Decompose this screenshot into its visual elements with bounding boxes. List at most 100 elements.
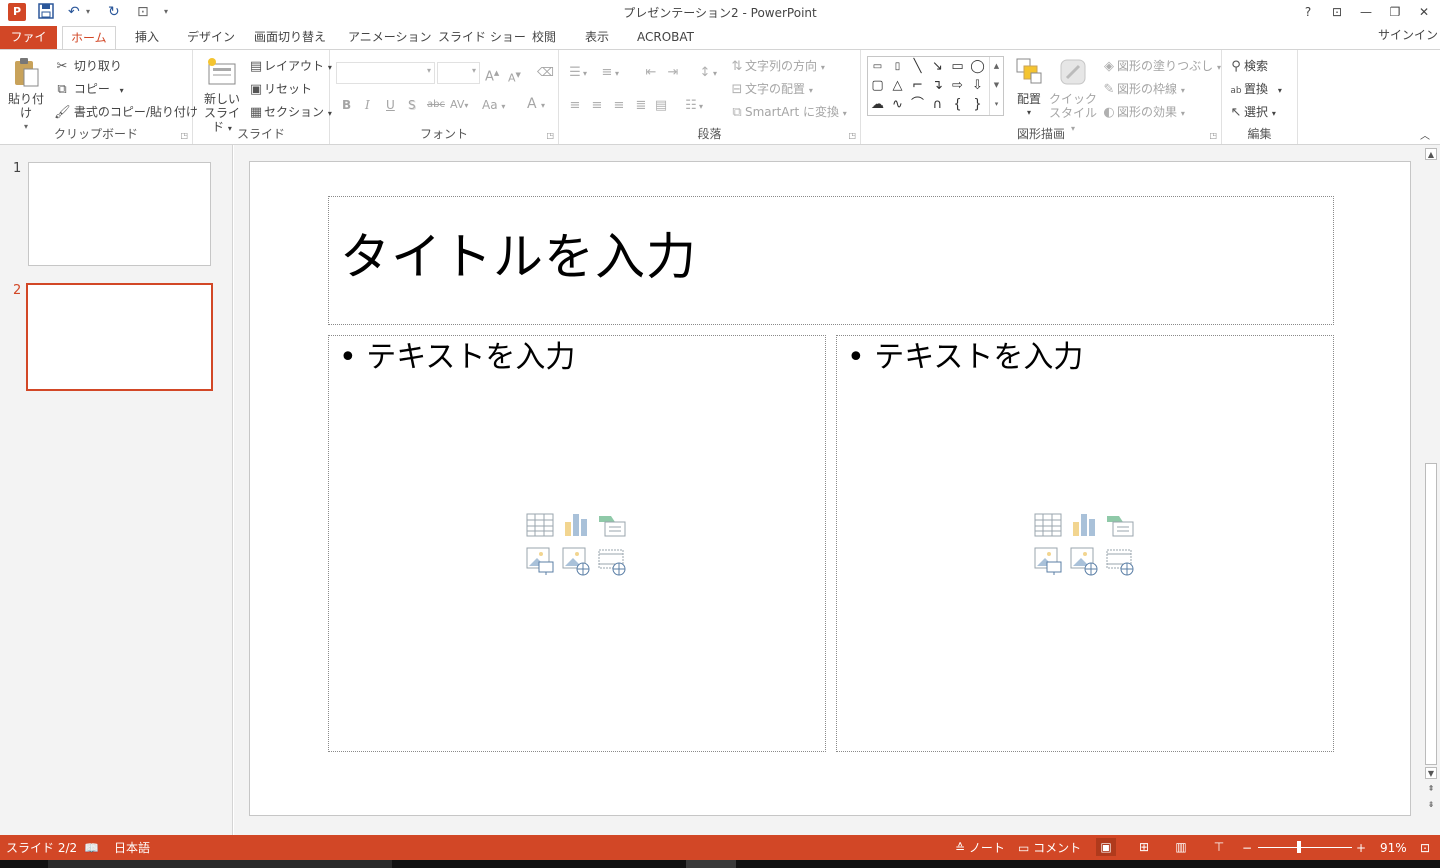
zoom-out-button[interactable]: − xyxy=(1242,840,1252,856)
font-name-combo[interactable] xyxy=(336,62,435,84)
insert-chart-icon[interactable] xyxy=(561,510,591,540)
slide-sorter-view-icon[interactable]: ⊞ xyxy=(1134,838,1154,856)
replace-button[interactable]: ab 置換 ▾ xyxy=(1228,81,1281,99)
spelling-icon[interactable]: 📖 xyxy=(84,840,99,856)
triangle-shape-icon[interactable]: △ xyxy=(889,77,906,94)
zoom-level[interactable]: 91% xyxy=(1380,840,1407,856)
close-button[interactable]: ✕ xyxy=(1410,2,1438,22)
arrange-button[interactable]: 配置 ▾ xyxy=(1007,56,1051,120)
distributed-icon[interactable]: ▤ xyxy=(653,97,669,114)
title-placeholder[interactable]: タイトルを入力 xyxy=(328,196,1334,325)
slide-canvas[interactable]: タイトルを入力 • テキストを入力 • テキストを入力 xyxy=(249,161,1411,816)
decrease-indent-icon[interactable]: ⇤ xyxy=(643,64,659,81)
text-box-shape-icon[interactable]: ▭ xyxy=(869,58,886,75)
line-spacing-button[interactable]: ↕ ▾ xyxy=(697,64,717,82)
elbow-connector-shape-icon[interactable]: ⌐ xyxy=(909,77,926,94)
vertical-scrollbar[interactable]: ▲ ▼ ⇞ ⇟ xyxy=(1422,145,1440,835)
restore-button[interactable]: ❐ xyxy=(1381,2,1409,22)
content-placeholder-left[interactable]: • テキストを入力 xyxy=(328,335,826,752)
help-button[interactable]: ? xyxy=(1294,2,1322,22)
shrink-font-button[interactable]: A▼ xyxy=(508,67,521,87)
right-arrow-shape-icon[interactable]: ⇨ xyxy=(949,77,966,94)
next-slide-icon[interactable]: ⇟ xyxy=(1425,799,1437,811)
insert-video-icon[interactable] xyxy=(1105,546,1135,576)
shapes-gallery[interactable]: ▭ ▯ ╲ ↘ ▭ ◯ ▢ △ ⌐ ↴ ⇨ ⇩ ☁ ∿ ⌒ ∩ { } ▲ ▼ ▾ xyxy=(867,56,1004,116)
align-left-icon[interactable]: ≡ xyxy=(567,97,583,114)
justify-icon[interactable]: ≣ xyxy=(633,97,649,114)
slide-thumbnail-selected[interactable] xyxy=(26,283,213,391)
insert-video-icon[interactable] xyxy=(597,546,627,576)
tab-transitions[interactable]: 画面切り替え xyxy=(246,26,334,49)
down-arrow-shape-icon[interactable]: ⇩ xyxy=(969,77,986,94)
italic-button[interactable]: I xyxy=(365,97,370,113)
arrow-line-shape-icon[interactable]: ↘ xyxy=(929,58,946,75)
language-indicator[interactable]: 日本語 xyxy=(114,840,150,856)
insert-picture-icon[interactable] xyxy=(1033,546,1063,576)
align-right-icon[interactable]: ≡ xyxy=(611,97,627,114)
bold-button[interactable]: B xyxy=(342,97,351,113)
clear-formatting-icon[interactable]: ⌫ xyxy=(537,64,554,80)
rectangle-shape-icon[interactable]: ▭ xyxy=(949,58,966,75)
numbering-button[interactable]: ≡ ▾ xyxy=(599,64,619,82)
shape-fill-button[interactable]: ◈ 図形の塗りつぶし ▾ xyxy=(1101,58,1221,76)
left-brace-shape-icon[interactable]: { xyxy=(949,96,966,113)
insert-chart-icon[interactable] xyxy=(1069,510,1099,540)
cut-button[interactable]: ✂ 切り取り xyxy=(54,58,122,75)
notes-button[interactable]: ≙ ノート xyxy=(955,840,1005,856)
section-button[interactable]: ▦ セクション ▾ xyxy=(248,104,332,122)
drawing-launcher-icon[interactable]: ◳ xyxy=(1209,131,1217,140)
paragraph-launcher-icon[interactable]: ◳ xyxy=(848,131,856,140)
content-placeholder-right[interactable]: • テキストを入力 xyxy=(836,335,1334,752)
convert-smartart-button[interactable]: ⧉ SmartArt に変換 ▾ xyxy=(729,104,846,122)
insert-online-picture-icon[interactable] xyxy=(1069,546,1099,576)
elbow-arrow-shape-icon[interactable]: ↴ xyxy=(929,77,946,94)
font-color-button[interactable]: A ▾ xyxy=(527,96,545,114)
arc-shape-icon[interactable]: ⌒ xyxy=(909,96,926,113)
minimize-button[interactable]: — xyxy=(1352,2,1380,22)
scrollbar-thumb[interactable] xyxy=(1425,463,1437,765)
tab-slideshow[interactable]: スライド ショー xyxy=(430,26,534,49)
underline-button[interactable]: U xyxy=(386,97,395,113)
right-brace-shape-icon[interactable]: } xyxy=(969,96,986,113)
vertical-text-box-shape-icon[interactable]: ▯ xyxy=(889,58,906,75)
slideshow-view-icon[interactable]: ⊤ xyxy=(1209,838,1229,856)
zoom-in-button[interactable]: + xyxy=(1356,840,1366,856)
reset-button[interactable]: ▣ リセット xyxy=(248,81,312,98)
change-case-button[interactable]: Aa ▾ xyxy=(482,97,505,115)
comments-button[interactable]: ▭ コメント xyxy=(1018,840,1081,856)
find-button[interactable]: ⚲ 検索 xyxy=(1228,58,1268,75)
align-text-button[interactable]: ⊟ 文字の配置 ▾ xyxy=(729,81,813,99)
insert-online-picture-icon[interactable] xyxy=(561,546,591,576)
layout-button[interactable]: ▤ レイアウト ▾ xyxy=(248,58,332,76)
strikethrough-button[interactable]: abc xyxy=(427,97,445,113)
sign-in-link[interactable]: サインイン xyxy=(1378,26,1438,44)
align-center-icon[interactable]: ≡ xyxy=(589,97,605,114)
new-slide-button[interactable]: 新しい スライド ▾ xyxy=(199,56,245,136)
tab-file[interactable]: ファイル xyxy=(0,26,57,67)
normal-view-icon[interactable]: ▣ xyxy=(1096,838,1116,856)
tab-view[interactable]: 表示 xyxy=(577,26,617,49)
font-size-combo[interactable] xyxy=(437,62,480,84)
select-button[interactable]: ↖ 選択 ▾ xyxy=(1228,104,1276,122)
slide-number-indicator[interactable]: スライド 2/2 xyxy=(6,840,77,856)
zoom-slider-thumb[interactable] xyxy=(1297,841,1301,853)
copy-button[interactable]: ⧉ コピー ▾ xyxy=(54,81,123,99)
tab-review[interactable]: 校閲 xyxy=(524,26,564,49)
paste-button[interactable]: 貼り付け ▾ xyxy=(4,56,48,134)
font-launcher-icon[interactable]: ◳ xyxy=(546,131,554,140)
text-direction-button[interactable]: ⇅ 文字列の方向 ▾ xyxy=(729,58,825,76)
shadow-button[interactable]: S xyxy=(408,97,416,113)
bullets-button[interactable]: ☰ ▾ xyxy=(567,64,587,82)
rounded-rectangle-shape-icon[interactable]: ▢ xyxy=(869,77,886,94)
insert-smartart-icon[interactable] xyxy=(1105,510,1135,540)
columns-button[interactable]: ☷ ▾ xyxy=(683,97,703,115)
increase-indent-icon[interactable]: ⇥ xyxy=(665,64,681,81)
clipboard-launcher-icon[interactable]: ◳ xyxy=(180,131,188,140)
grow-font-button[interactable]: A▲ xyxy=(485,65,499,85)
reading-view-icon[interactable]: ▥ xyxy=(1171,838,1191,856)
format-painter-button[interactable]: 🖌 書式のコピー/貼り付け xyxy=(54,104,198,121)
freeform-shape-icon[interactable]: ☁ xyxy=(869,96,886,113)
tab-insert[interactable]: 挿入 xyxy=(127,26,167,49)
insert-table-icon[interactable] xyxy=(525,510,555,540)
line-shape-icon[interactable]: ╲ xyxy=(909,58,926,75)
